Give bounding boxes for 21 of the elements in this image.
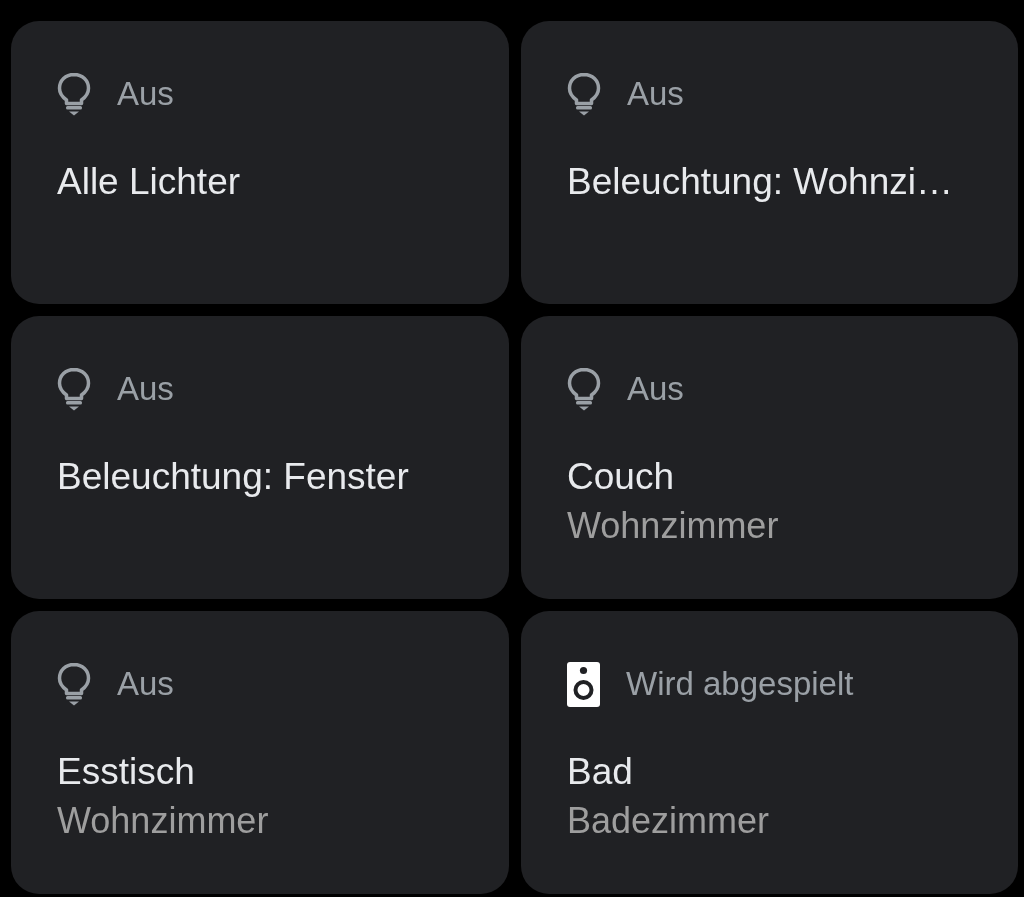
device-tile[interactable]: Aus Beleuchtung: Wohnzi… — [521, 21, 1018, 304]
device-status: Aus — [117, 664, 174, 704]
device-name: Beleuchtung: Fenster — [57, 455, 409, 499]
device-room: Wohnzimmer — [567, 504, 779, 548]
device-status: Wird abgespielt — [626, 664, 854, 704]
device-name: Couch — [567, 455, 674, 499]
device-name: Bad — [567, 750, 633, 794]
device-status: Aus — [117, 74, 174, 114]
device-status: Aus — [627, 369, 684, 409]
device-room: Badezimmer — [567, 799, 770, 843]
device-status: Aus — [117, 369, 174, 409]
device-tile[interactable]: Wird abgespielt Bad Badezimmer — [521, 611, 1018, 894]
device-status: Aus — [627, 74, 684, 114]
device-tile[interactable]: Aus Beleuchtung: Fenster — [11, 316, 509, 599]
device-tile[interactable]: Aus Esstisch Wohnzimmer — [11, 611, 509, 894]
device-name: Beleuchtung: Wohnzi… — [567, 160, 953, 204]
device-name: Alle Lichter — [57, 160, 241, 204]
device-tile[interactable]: Aus Couch Wohnzimmer — [521, 316, 1018, 599]
device-name: Esstisch — [57, 750, 195, 794]
device-room: Wohnzimmer — [57, 799, 269, 843]
device-tile[interactable]: Aus Alle Lichter — [11, 21, 509, 304]
